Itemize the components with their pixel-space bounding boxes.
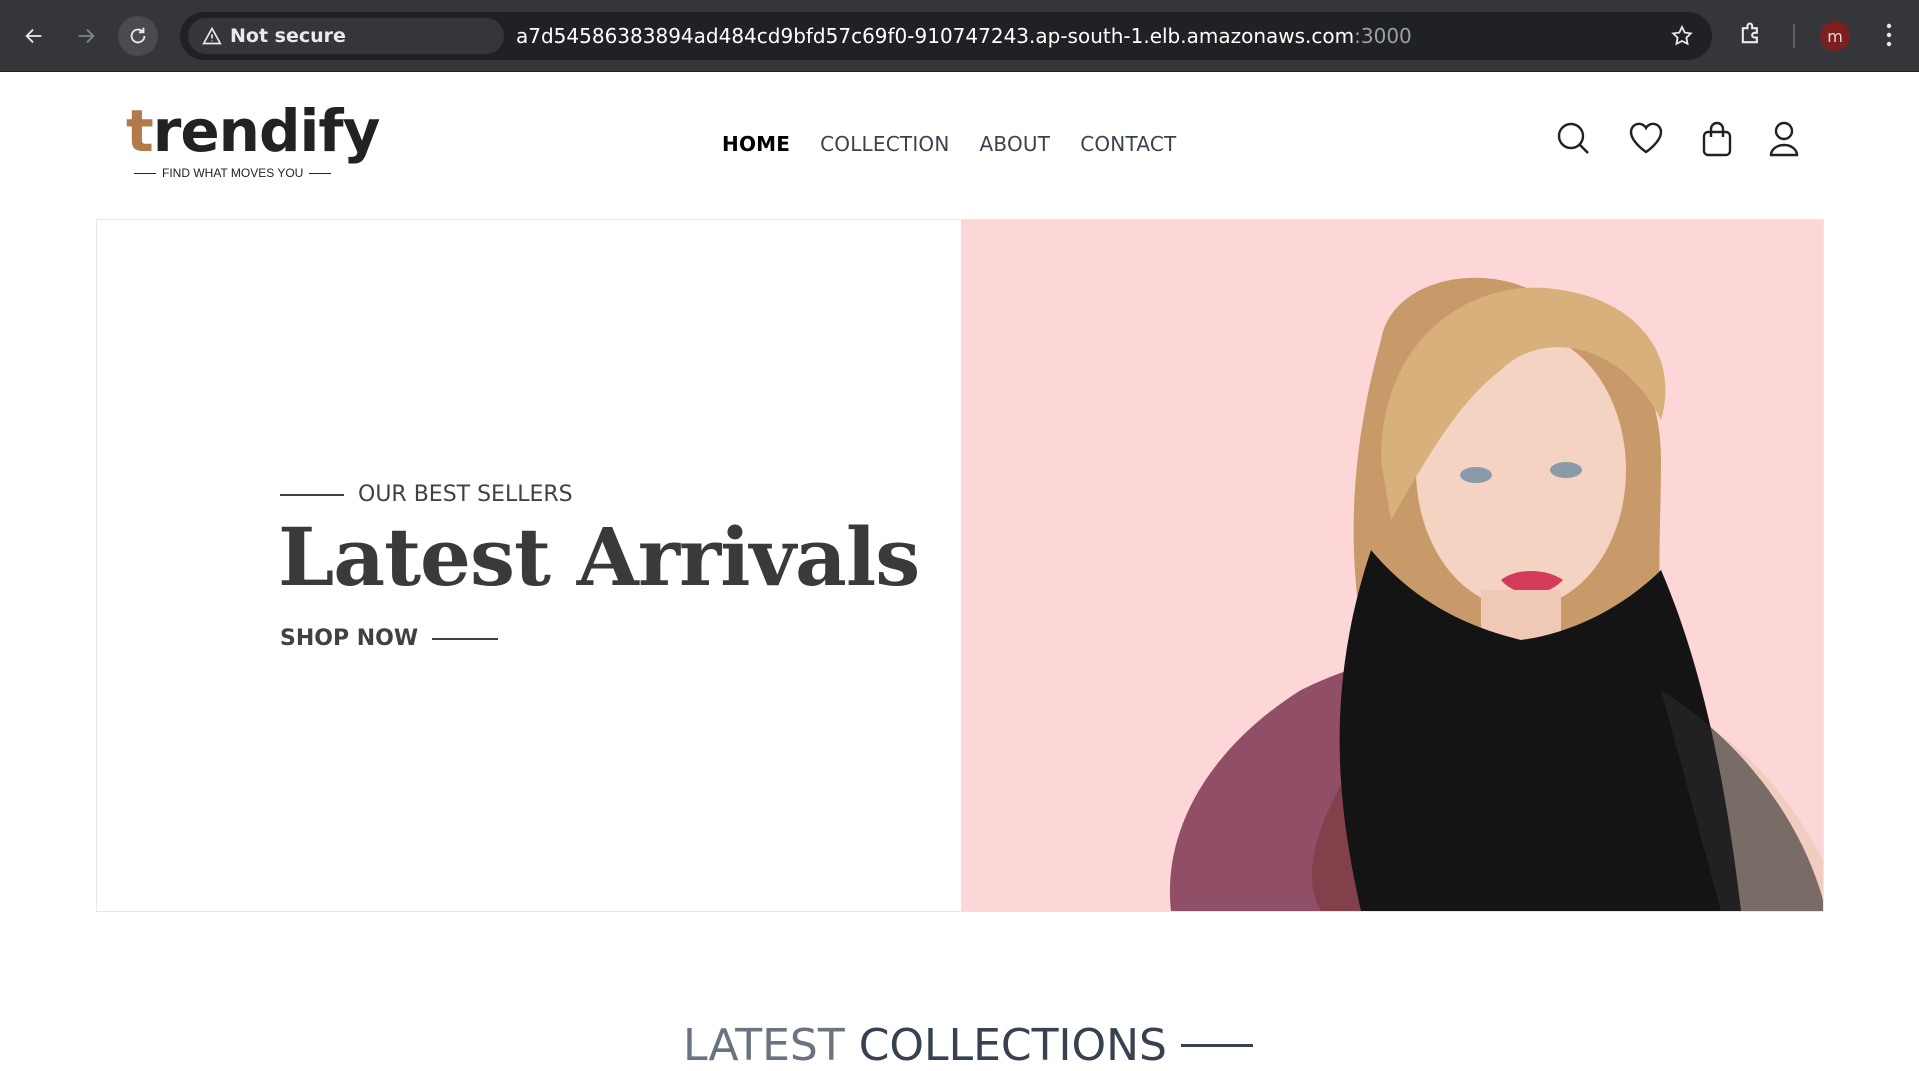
hero-text-panel: OUR BEST SELLERS Latest Arrivals SHOP NO… bbox=[97, 220, 961, 911]
arrow-left-icon bbox=[25, 28, 42, 44]
hero-title: Latest Arrivals bbox=[278, 510, 920, 604]
forward-button[interactable] bbox=[66, 16, 106, 56]
nav-collection[interactable]: COLLECTION bbox=[820, 132, 949, 156]
user-icon bbox=[1769, 121, 1799, 157]
browser-toolbar: Not secure a7d54586383894ad484cd9bfd57c6… bbox=[0, 0, 1919, 72]
collections-title-rule bbox=[1180, 1044, 1253, 1047]
collections-title-part1: LATEST bbox=[683, 1020, 845, 1071]
logo-wordmark: trendify bbox=[126, 102, 380, 160]
shop-now-link[interactable]: SHOP NOW bbox=[280, 626, 499, 651]
url-host: a7d54586383894ad484cd9bfd57c69f0-9107472… bbox=[516, 24, 1355, 48]
site-logo[interactable]: trendify FIND WHAT MOVES YOU bbox=[126, 102, 380, 180]
nav-contact[interactable]: CONTACT bbox=[1080, 132, 1176, 156]
site-header: trendify FIND WHAT MOVES YOU HOME COLLEC… bbox=[0, 72, 1919, 220]
address-bar[interactable]: Not secure a7d54586383894ad484cd9bfd57c6… bbox=[180, 12, 1712, 60]
profile-initial: m bbox=[1827, 26, 1843, 46]
reload-icon bbox=[130, 27, 146, 44]
cart-button[interactable] bbox=[1701, 120, 1733, 163]
back-button[interactable] bbox=[14, 16, 54, 56]
star-icon bbox=[1671, 24, 1693, 46]
tagline-rule-right bbox=[309, 172, 332, 174]
reload-button[interactable] bbox=[118, 16, 158, 56]
extensions-button[interactable] bbox=[1737, 20, 1765, 53]
account-button[interactable] bbox=[1768, 120, 1800, 163]
puzzle-icon bbox=[1741, 22, 1758, 44]
site-info-chip[interactable]: Not secure bbox=[188, 18, 504, 54]
heart-icon bbox=[1629, 122, 1663, 154]
model-illustration bbox=[1169, 277, 1823, 911]
header-icons bbox=[1555, 120, 1805, 170]
main-nav: HOME COLLECTION ABOUT CONTACT bbox=[722, 132, 1176, 156]
search-button[interactable] bbox=[1555, 120, 1591, 161]
more-vertical-icon bbox=[1886, 23, 1892, 47]
search-icon bbox=[1557, 122, 1589, 154]
security-label: Not secure bbox=[230, 25, 346, 47]
hero-eyebrow: OUR BEST SELLERS bbox=[280, 482, 573, 507]
collections-title-part2: COLLECTIONS bbox=[858, 1020, 1167, 1071]
arrow-right-icon bbox=[78, 28, 95, 44]
tagline-text: FIND WHAT MOVES YOU bbox=[162, 166, 304, 180]
browser-menu-button[interactable] bbox=[1877, 20, 1901, 55]
toolbar-divider bbox=[1793, 24, 1795, 48]
nav-home[interactable]: HOME bbox=[722, 132, 790, 156]
warning-icon bbox=[202, 26, 222, 45]
tagline-rule-left bbox=[134, 172, 156, 174]
hero-banner: OUR BEST SELLERS Latest Arrivals SHOP NO… bbox=[96, 219, 1824, 912]
bag-icon bbox=[1702, 121, 1732, 157]
url-text: a7d54586383894ad484cd9bfd57c69f0-9107472… bbox=[516, 12, 1412, 60]
url-port: :3000 bbox=[1354, 24, 1412, 48]
profile-avatar[interactable]: m bbox=[1820, 21, 1850, 51]
nav-about[interactable]: ABOUT bbox=[980, 132, 1051, 156]
logo-tagline: FIND WHAT MOVES YOU bbox=[134, 166, 379, 180]
logo-text: rendify bbox=[152, 97, 381, 165]
wishlist-button[interactable] bbox=[1627, 120, 1665, 161]
hero-image bbox=[961, 220, 1823, 911]
latest-collections-heading: LATEST COLLECTIONS bbox=[683, 1020, 1253, 1071]
shop-now-label: SHOP NOW bbox=[280, 626, 419, 651]
logo-first-letter: t bbox=[126, 97, 154, 165]
shop-now-rule bbox=[432, 637, 499, 640]
bookmark-star-button[interactable] bbox=[1670, 24, 1694, 53]
eyebrow-text: OUR BEST SELLERS bbox=[358, 482, 573, 507]
eyebrow-rule bbox=[280, 493, 344, 496]
